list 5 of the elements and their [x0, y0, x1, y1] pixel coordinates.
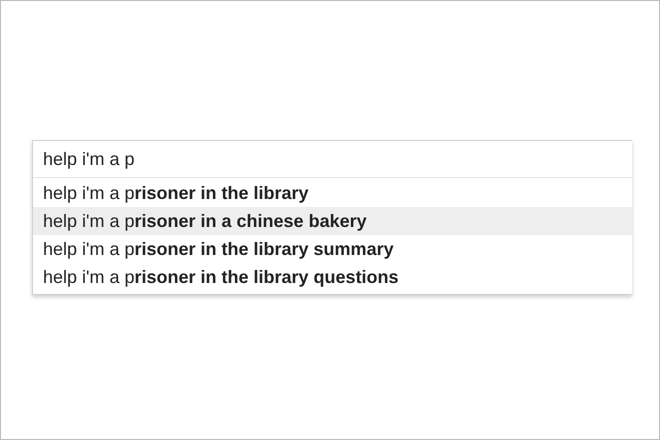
- suggestion-item[interactable]: help i'm a prisoner in the library questions: [33, 263, 632, 291]
- suggestion-item[interactable]: help i'm a prisoner in a chinese bakery: [33, 207, 632, 235]
- search-field[interactable]: help i'm a p: [33, 141, 632, 178]
- suggestion-item[interactable]: help i'm a prisoner in the library summary: [33, 235, 632, 263]
- suggestion-item[interactable]: help i'm a prisoner in the library: [33, 179, 632, 207]
